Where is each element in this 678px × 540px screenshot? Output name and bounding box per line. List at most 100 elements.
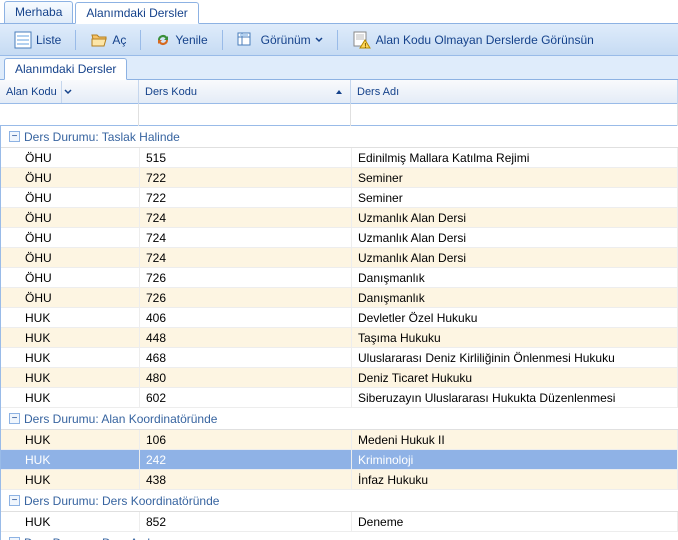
column-header-alan-kodu[interactable]: Alan Kodu [0, 80, 139, 104]
collapse-icon[interactable]: − [9, 131, 20, 142]
cell: Uzmanlık Alan Dersi [352, 248, 678, 267]
group-title: Ders Durumu: Taslak Halinde [24, 126, 180, 148]
cell: 724 [140, 228, 352, 247]
cell: Seminer [352, 168, 678, 187]
cell: HUK [1, 512, 140, 531]
sort-asc-icon [334, 87, 344, 97]
column-menu-button[interactable] [61, 81, 75, 103]
cell: Uzmanlık Alan Dersi [352, 228, 678, 247]
filter-row [0, 104, 678, 126]
table-row[interactable]: ÖHU724Uzmanlık Alan Dersi [1, 208, 678, 228]
group-row[interactable]: −Ders Durumu: Taslak Halinde [1, 126, 678, 148]
tab-merhaba[interactable]: Merhaba [4, 1, 73, 23]
cell: ÖHU [1, 168, 140, 187]
cell: 724 [140, 248, 352, 267]
filter-input-ders-adi[interactable] [352, 105, 676, 123]
ac-button[interactable]: Aç [84, 30, 132, 50]
alan-kodu-label: Alan Kodu Olmayan Derslerde Görünsün [376, 33, 594, 47]
view-icon [237, 32, 257, 48]
sub-tab-strip: Alanımdaki Dersler [0, 56, 678, 80]
collapse-icon[interactable]: − [9, 495, 20, 506]
tab-alanimdaki-dersler[interactable]: Alanımdaki Dersler [75, 2, 198, 24]
table-row[interactable]: HUK852Deneme [1, 512, 678, 532]
cell: 438 [140, 470, 352, 489]
cell: Kriminoloji [352, 450, 678, 469]
cell: Siberuzayın Uluslararası Hukukta Düzenle… [352, 388, 678, 407]
toolbar-separator [75, 30, 76, 50]
table-row[interactable]: ÖHU726Danışmanlık [1, 288, 678, 308]
cell: Taşıma Hukuku [352, 328, 678, 347]
cell: 448 [140, 328, 352, 347]
column-label: Ders Adı [357, 80, 399, 104]
table-row[interactable]: HUK448Taşıma Hukuku [1, 328, 678, 348]
cell: ÖHU [1, 248, 140, 267]
subtab-alanimdaki-dersler[interactable]: Alanımdaki Dersler [4, 58, 127, 80]
cell: ÖHU [1, 288, 140, 307]
cell: Medeni Hukuk II [352, 430, 678, 449]
cell: 852 [140, 512, 352, 531]
cell: Seminer [352, 188, 678, 207]
cell: ÖHU [1, 148, 140, 167]
table-row[interactable]: HUK406Devletler Özel Hukuku [1, 308, 678, 328]
cell: 726 [140, 288, 352, 307]
cell: HUK [1, 430, 140, 449]
table-row[interactable]: ÖHU722Seminer [1, 188, 678, 208]
cell: HUK [1, 348, 140, 367]
table-row[interactable]: ÖHU722Seminer [1, 168, 678, 188]
cell: 722 [140, 168, 352, 187]
cell: Uluslararası Deniz Kirliliğinin Önlenmes… [352, 348, 678, 367]
collapse-icon[interactable]: − [9, 413, 20, 424]
folder-open-icon [90, 32, 108, 48]
table-row[interactable]: HUK602Siberuzayın Uluslararası Hukukta D… [1, 388, 678, 408]
main-tab-strip: Merhaba Alanımdaki Dersler [0, 0, 678, 24]
cell: HUK [1, 328, 140, 347]
yenile-label: Yenile [175, 33, 207, 47]
cell: ÖHU [1, 228, 140, 247]
group-row[interactable]: −Ders Durumu: Alan Koordinatöründe [1, 408, 678, 430]
cell: Deneme [352, 512, 678, 531]
table-row[interactable]: HUK480Deniz Ticaret Hukuku [1, 368, 678, 388]
toolbar-separator [337, 30, 338, 50]
column-header-ders-adi[interactable]: Ders Adı [351, 80, 678, 104]
cell: 602 [140, 388, 352, 407]
cell: HUK [1, 470, 140, 489]
cell: ÖHU [1, 268, 140, 287]
cell: HUK [1, 388, 140, 407]
alan-kodu-button[interactable]: ! Alan Kodu Olmayan Derslerde Görünsün [346, 29, 600, 51]
table-row[interactable]: HUK468Uluslararası Deniz Kirliliğinin Ön… [1, 348, 678, 368]
cell: 722 [140, 188, 352, 207]
gorunum-button[interactable]: Görünüm [231, 30, 329, 50]
tab-label: Alanımdaki Dersler [86, 6, 187, 20]
cell: ÖHU [1, 188, 140, 207]
group-row[interactable]: −Ders Durumu: Ders Koordinatöründe [1, 490, 678, 512]
table-row[interactable]: ÖHU724Uzmanlık Alan Dersi [1, 248, 678, 268]
column-header-ders-kodu[interactable]: Ders Kodu [139, 80, 351, 104]
column-label: Alan Kodu [6, 80, 57, 104]
cell: HUK [1, 450, 140, 469]
gorunum-label: Görünüm [261, 33, 311, 47]
liste-button[interactable]: Liste [8, 29, 67, 51]
liste-label: Liste [36, 33, 61, 47]
ac-label: Aç [112, 33, 126, 47]
filter-input-ders-kodu[interactable] [140, 105, 349, 123]
cell: Deniz Ticaret Hukuku [352, 368, 678, 387]
filter-input-alan-kodu[interactable] [1, 105, 137, 123]
yenile-button[interactable]: Yenile [149, 30, 213, 50]
table-row[interactable]: ÖHU724Uzmanlık Alan Dersi [1, 228, 678, 248]
cell: ÖHU [1, 208, 140, 227]
cell: Devletler Özel Hukuku [352, 308, 678, 327]
chevron-down-icon [315, 36, 323, 44]
cell: İnfaz Hukuku [352, 470, 678, 489]
table-row[interactable]: HUK438İnfaz Hukuku [1, 470, 678, 490]
table-row[interactable]: ÖHU726Danışmanlık [1, 268, 678, 288]
cell: 242 [140, 450, 352, 469]
cell: 406 [140, 308, 352, 327]
cell: 515 [140, 148, 352, 167]
group-row[interactable]: −Ders Durumu: Ders Açık [1, 532, 678, 540]
warning-page-icon: ! [352, 31, 372, 49]
cell: HUK [1, 308, 140, 327]
table-row[interactable]: HUK242Kriminoloji [1, 450, 678, 470]
table-row[interactable]: HUK106Medeni Hukuk II [1, 430, 678, 450]
table-row[interactable]: ÖHU515Edinilmiş Mallara Katılma Rejimi [1, 148, 678, 168]
group-title: Ders Durumu: Ders Koordinatöründe [24, 490, 219, 512]
